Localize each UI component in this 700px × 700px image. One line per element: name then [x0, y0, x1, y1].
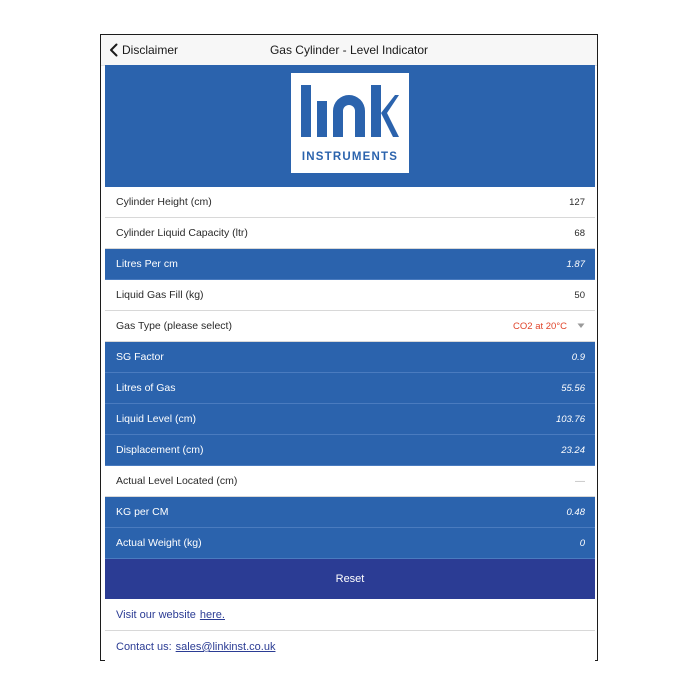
row-label: Liquid Gas Fill (kg)	[116, 289, 204, 301]
app-window: Disclaimer Gas Cylinder - Level Indicato…	[100, 34, 598, 663]
liquid-level-value: 103.76	[555, 413, 585, 425]
row-label: Gas Type (please select)	[116, 320, 232, 332]
dropdown-arrow-icon	[577, 323, 585, 328]
link-logo-graphic: INSTRUMENTS	[301, 85, 399, 163]
litres-per-cm-value: 1.87	[566, 258, 586, 270]
row-cylinder-capacity[interactable]: Cylinder Liquid Capacity (ltr) 68	[105, 218, 595, 249]
cylinder-capacity-value[interactable]: 68	[574, 228, 585, 239]
gas-type-select[interactable]: CO2 at 20°C	[513, 321, 585, 332]
row-label: Displacement (cm)	[116, 444, 204, 456]
row-actual-weight: Actual Weight (kg) 0	[105, 528, 595, 559]
row-label: Liquid Level (cm)	[116, 413, 196, 425]
navigation-bar: Disclaimer Gas Cylinder - Level Indicato…	[101, 35, 597, 66]
back-button[interactable]: Disclaimer	[109, 35, 178, 65]
reset-button[interactable]: Reset	[105, 559, 595, 599]
logo-wordmark: INSTRUMENTS	[302, 151, 398, 163]
chevron-left-icon	[110, 43, 118, 57]
row-liquid-gas-fill[interactable]: Liquid Gas Fill (kg) 50	[105, 280, 595, 311]
brand-logo: INSTRUMENTS	[291, 73, 409, 173]
row-gas-type[interactable]: Gas Type (please select) CO2 at 20°C	[105, 311, 595, 342]
row-actual-level[interactable]: Actual Level Located (cm) —	[105, 466, 595, 497]
website-link[interactable]: here.	[200, 609, 225, 621]
actual-level-input[interactable]: —	[575, 476, 585, 487]
row-label: Litres of Gas	[116, 382, 176, 394]
row-litres-per-cm: Litres Per cm 1.87	[105, 249, 595, 280]
sg-factor-value: 0.9	[571, 351, 585, 363]
row-kg-per-cm: KG per CM 0.48	[105, 497, 595, 528]
row-liquid-level: Liquid Level (cm) 103.76	[105, 404, 595, 435]
back-label: Disclaimer	[122, 43, 179, 57]
gas-type-value: CO2 at 20°C	[513, 320, 567, 332]
row-sg-factor: SG Factor 0.9	[105, 342, 595, 373]
logo-banner: INSTRUMENTS	[105, 65, 595, 187]
contact-email-link[interactable]: sales@linkinst.co.uk	[176, 641, 276, 653]
displacement-value: 23.24	[561, 444, 585, 456]
contact-footer: Contact us: sales@linkinst.co.uk	[105, 631, 595, 663]
row-label: KG per CM	[116, 506, 169, 518]
row-label: SG Factor	[116, 351, 164, 363]
website-text: Visit our website	[116, 608, 196, 621]
cylinder-height-value[interactable]: 127	[569, 197, 585, 208]
website-footer: Visit our website here.	[105, 599, 595, 631]
row-cylinder-height[interactable]: Cylinder Height (cm) 127	[105, 187, 595, 218]
main-content: INSTRUMENTS Cylinder Height (cm) 127 Cyl…	[105, 65, 595, 663]
actual-weight-value: 0	[579, 537, 585, 549]
litres-of-gas-value: 55.56	[561, 382, 585, 394]
row-displacement: Displacement (cm) 23.24	[105, 435, 595, 466]
row-litres-of-gas: Litres of Gas 55.56	[105, 373, 595, 404]
kg-per-cm-value: 0.48	[566, 506, 586, 518]
row-label: Actual Level Located (cm)	[116, 475, 238, 487]
row-label: Cylinder Height (cm)	[116, 196, 212, 208]
liquid-gas-fill-value[interactable]: 50	[574, 290, 585, 301]
contact-text: Contact us:	[116, 641, 172, 653]
row-label: Cylinder Liquid Capacity (ltr)	[116, 227, 248, 239]
row-label: Actual Weight (kg)	[116, 537, 202, 549]
row-label: Litres Per cm	[116, 258, 178, 270]
